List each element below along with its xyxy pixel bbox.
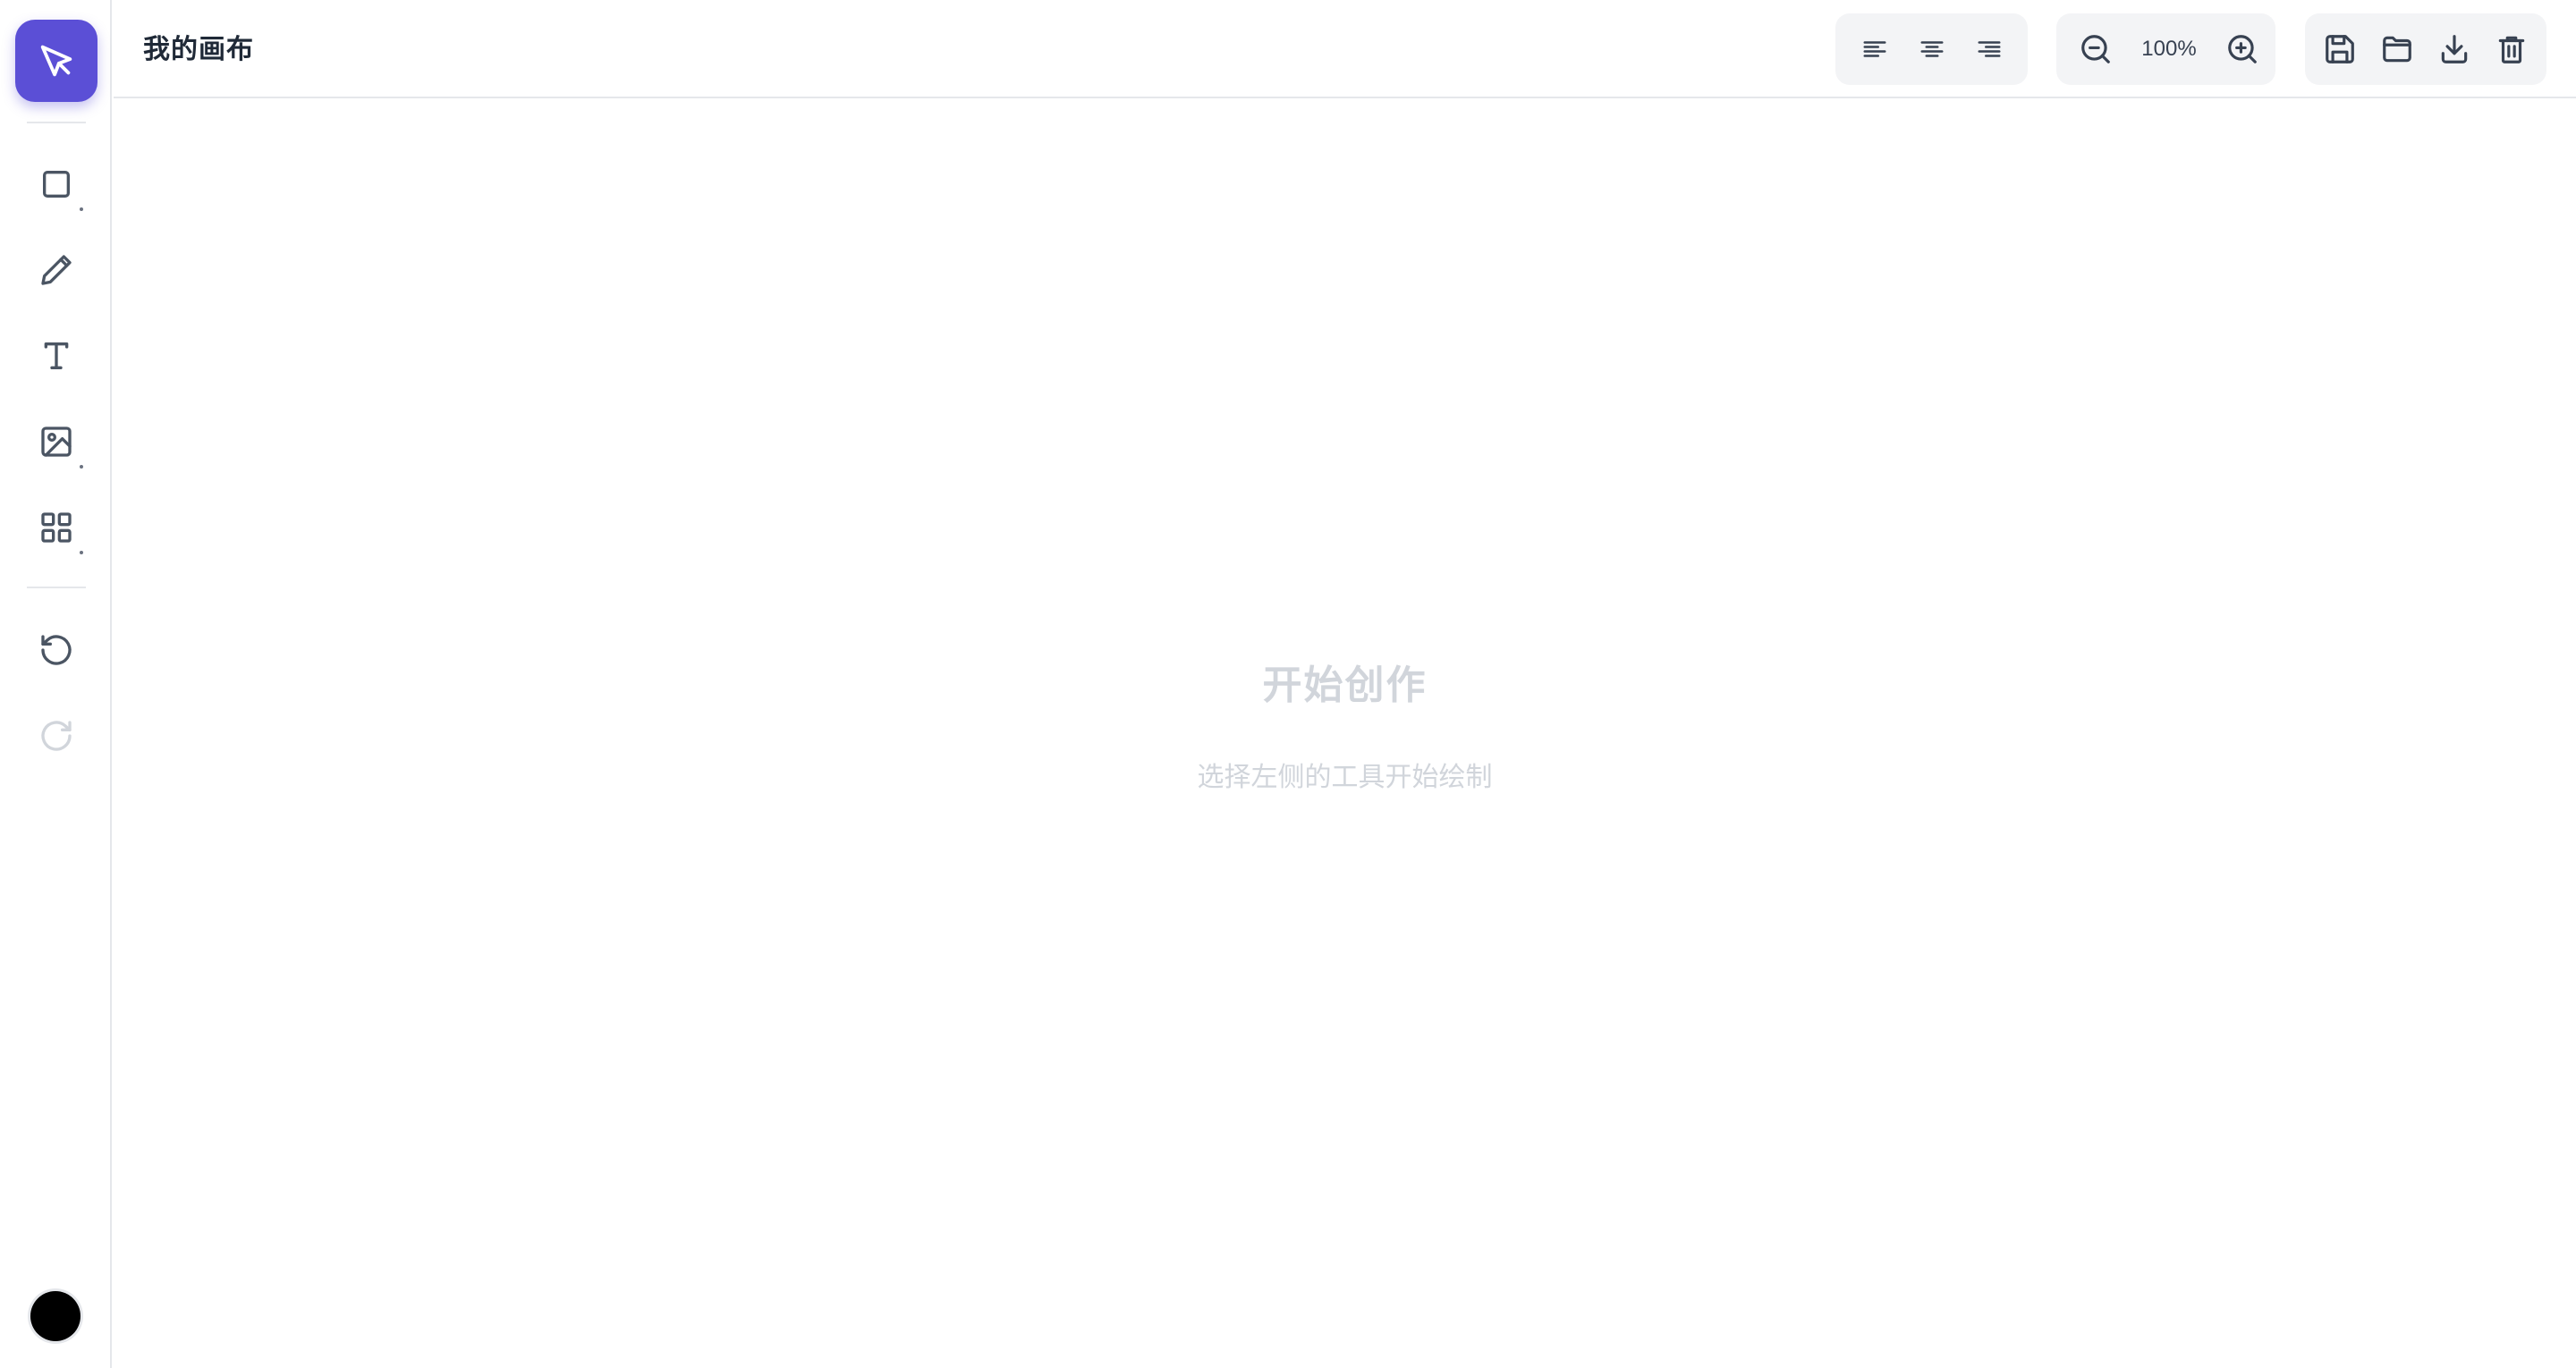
pencil-icon [41,255,72,285]
shape-tool-button[interactable] [15,143,97,225]
components-tool-button[interactable] [15,486,97,569]
pen-tool-button[interactable] [15,229,97,311]
page-title: 我的画布 [143,34,254,65]
align-right-icon [1978,41,2001,57]
empty-state-title: 开始创作 [1262,663,1428,708]
grid-icon [41,512,72,543]
zoom-in-icon [2228,35,2257,63]
tool-sidebar [0,0,112,1368]
download-icon [2441,35,2468,63]
sidebar-divider [27,122,86,123]
zoom-out-button[interactable] [2067,21,2124,78]
top-toolbar: 我的画布 100% [114,0,2576,98]
folder-icon [2383,36,2411,63]
redo-button[interactable] [15,695,97,777]
redo-icon [41,721,72,751]
pointer-icon [40,45,72,77]
square-icon [43,171,70,198]
zoom-level: 100% [2141,37,2197,61]
image-icon [41,426,72,457]
submenu-indicator [80,207,83,211]
clear-button[interactable] [2483,21,2540,78]
text-tool-button[interactable] [15,315,97,397]
file-toolbar-group [2305,13,2546,85]
open-button[interactable] [2368,21,2426,78]
save-icon [2326,35,2354,63]
undo-icon [41,635,72,665]
drawing-canvas[interactable]: 开始创作 选择左侧的工具开始绘制 [114,98,2576,1368]
zoom-out-icon [2081,35,2110,63]
text-icon [44,342,69,369]
export-button[interactable] [2426,21,2483,78]
align-toolbar-group [1835,13,2028,85]
canvas-app: 我的画布 100% 开始创作 选择左侧的工具开始绘制 [0,0,2576,1368]
align-center-icon [1920,41,1944,57]
save-button[interactable] [2311,21,2368,78]
empty-state-subtitle: 选择左侧的工具开始绘制 [1197,762,1493,793]
submenu-indicator [80,465,83,469]
align-right-button[interactable] [1961,21,2018,78]
align-center-button[interactable] [1903,21,1961,78]
sidebar-divider [27,587,86,588]
zoom-in-button[interactable] [2214,21,2271,78]
trash-icon [2498,36,2525,63]
submenu-indicator [80,551,83,554]
align-left-button[interactable] [1846,21,1903,78]
align-left-icon [1863,41,1886,57]
color-picker-swatch[interactable] [30,1291,80,1341]
select-tool-button[interactable] [15,20,97,102]
undo-button[interactable] [15,609,97,691]
image-tool-button[interactable] [15,401,97,483]
zoom-toolbar-group: 100% [2056,13,2275,85]
